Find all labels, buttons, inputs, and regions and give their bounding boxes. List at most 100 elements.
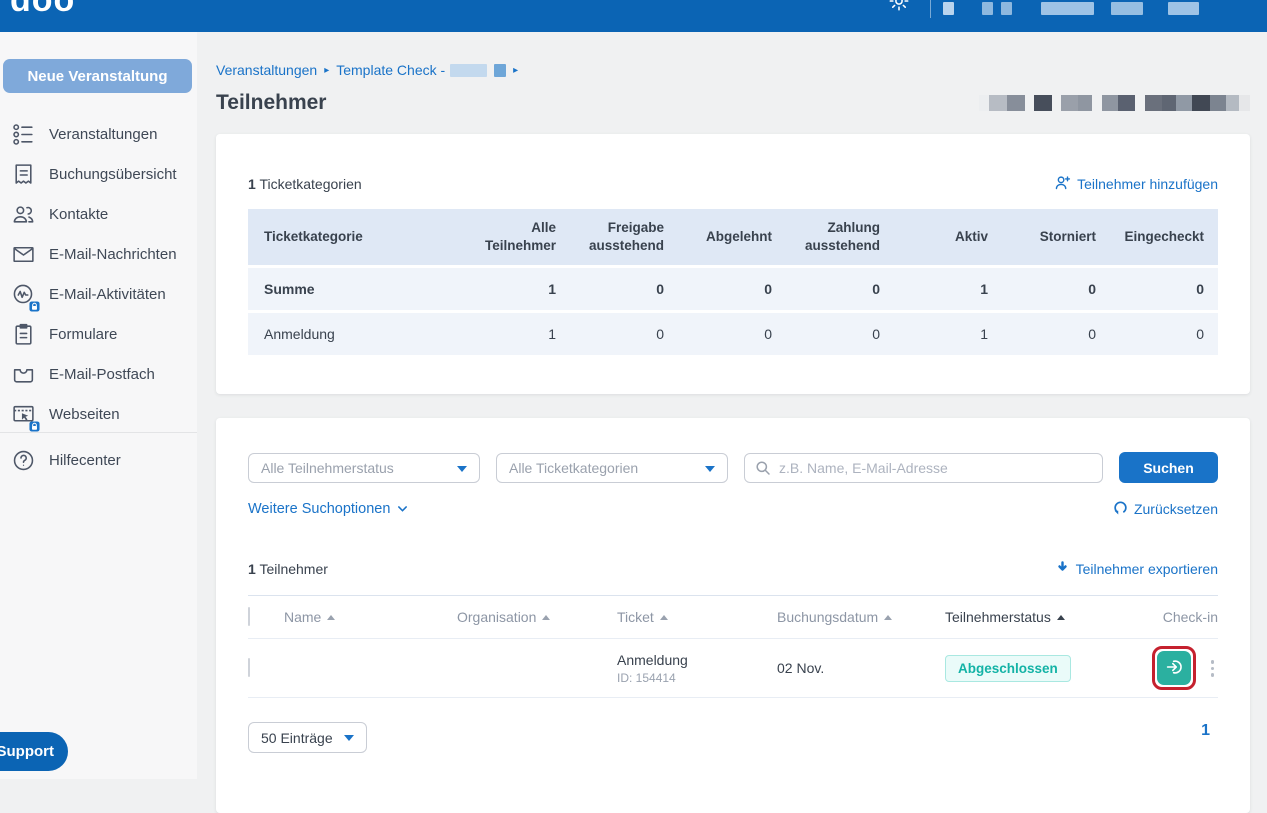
search-icon <box>755 460 771 481</box>
add-participant-link[interactable]: Teilnehmer hinzufügen <box>1054 174 1218 194</box>
sidebar-item-label: Formulare <box>49 325 118 343</box>
breadcrumb-separator-icon: ▸ <box>513 64 519 76</box>
table-row-anmeldung: Anmeldung 1 0 0 0 1 0 0 <box>248 313 1218 356</box>
search-button[interactable]: Suchen <box>1119 452 1218 484</box>
sort-asc-icon <box>659 614 668 620</box>
redacted-block <box>494 63 507 77</box>
cell-value: 0 <box>570 313 678 356</box>
lock-icon <box>29 299 40 312</box>
contacts-icon <box>10 201 37 228</box>
export-participants-link[interactable]: Teilnehmer exportieren <box>1055 560 1218 578</box>
redacted-block <box>943 2 954 15</box>
chevron-down-icon <box>344 735 354 742</box>
page-title: Teilnehmer <box>216 91 327 114</box>
ticket-categories-card: 1 Ticketkategorien Teilnehmer hinzufügen <box>216 134 1250 395</box>
activity-icon <box>10 281 40 312</box>
cell-value: 0 <box>1110 313 1218 356</box>
sidebar-item-email-postfach[interactable]: E-Mail-Postfach <box>0 354 197 394</box>
booking-receipt-icon <box>10 161 37 188</box>
sidebar-item-label: Veranstaltungen <box>49 125 158 143</box>
status-badge: Abgeschlossen <box>945 654 1071 682</box>
person-plus-icon <box>1054 174 1071 194</box>
redacted-block <box>450 63 488 77</box>
column-header-checkin: Check-in <box>1162 609 1218 626</box>
cell-value: 1 <box>462 268 570 311</box>
breadcrumb-link-veranstaltungen[interactable]: Veranstaltungen <box>216 62 317 78</box>
sidebar-item-label: Buchungsübersicht <box>49 165 177 183</box>
column-header: Abgelehnt <box>678 209 786 266</box>
participants-table-header: Name Organisation Ticket Buchungsdatum T… <box>248 596 1218 638</box>
cell-value: 0 <box>678 313 786 356</box>
column-header-organisation[interactable]: Organisation <box>457 609 617 625</box>
cell-value: 1 <box>894 313 1002 356</box>
redacted-block <box>982 2 993 15</box>
help-icon <box>10 447 37 474</box>
ticket-category-select[interactable]: Alle Ticketkategorien <box>496 452 728 483</box>
sidebar-item-veranstaltungen[interactable]: Veranstaltungen <box>0 114 197 154</box>
column-header: Eingecheckt <box>1110 209 1218 266</box>
more-search-options-link[interactable]: Weitere Suchoptionen <box>248 501 408 517</box>
column-header-buchungsdatum[interactable]: Buchungsdatum <box>777 609 945 625</box>
main-content: Veranstaltungen ▸ Template Check - ▸ Tei… <box>216 32 1250 813</box>
participant-ticket-cell: Anmeldung ID: 154414 <box>617 652 777 685</box>
cell-value: 1 <box>894 268 1002 311</box>
sidebar-item-label: E-Mail-Aktivitäten <box>49 285 166 303</box>
download-icon <box>1055 560 1070 578</box>
lock-icon <box>29 419 40 432</box>
gear-icon[interactable] <box>888 0 910 17</box>
column-header: Ticketkategorie <box>248 209 462 266</box>
table-row-summe: Summe 1 0 0 0 1 0 0 <box>248 268 1218 311</box>
checkin-button[interactable] <box>1156 651 1191 686</box>
sidebar-item-label: Kontakte <box>49 205 109 223</box>
chevron-down-icon <box>457 465 467 472</box>
participant-status-select[interactable]: Alle Teilnehmerstatus <box>248 452 480 483</box>
cell-value: 1 <box>462 313 570 356</box>
sort-asc-icon <box>1056 614 1065 620</box>
topbar-divider <box>930 0 931 18</box>
sidebar-item-kontakte[interactable]: Kontakte <box>0 194 197 234</box>
webpage-icon <box>10 401 40 432</box>
search-input[interactable] <box>744 452 1103 483</box>
sidebar-item-webseiten[interactable]: Webseiten <box>0 394 197 434</box>
participants-count: 1 Teilnehmer <box>248 561 328 578</box>
select-all-checkbox[interactable] <box>248 607 250 627</box>
new-event-button[interactable]: Neue Veranstaltung <box>3 59 192 93</box>
chevron-down-icon <box>397 501 408 517</box>
inbox-icon <box>10 361 37 388</box>
breadcrumb-link-current-event[interactable]: Template Check - <box>336 62 445 78</box>
reset-filters-link[interactable]: Zurücksetzen <box>1113 500 1218 518</box>
row-checkbox[interactable] <box>248 658 250 678</box>
sidebar-item-formulare[interactable]: Formulare <box>0 314 197 354</box>
redacted-block <box>1001 2 1012 15</box>
pagination-page-1[interactable]: 1 <box>1201 722 1210 740</box>
top-navigation-bar: doo <box>0 0 1267 32</box>
sidebar: Neue Veranstaltung Veranstaltungen Buchu… <box>0 32 197 779</box>
column-header: Alle Teilnehmer <box>462 209 570 266</box>
row-label: Summe <box>248 268 462 311</box>
column-header-teilnehmerstatus[interactable]: Teilnehmerstatus <box>945 609 1147 625</box>
breadcrumb: Veranstaltungen ▸ Template Check - ▸ <box>216 62 1250 78</box>
sidebar-item-buchungsuebersicht[interactable]: Buchungsübersicht <box>0 154 197 194</box>
redacted-block <box>1111 2 1143 15</box>
sort-asc-icon <box>884 614 893 620</box>
sidebar-item-email-aktivitaeten[interactable]: E-Mail-Aktivitäten <box>0 274 197 314</box>
booking-date: 02 Nov. <box>777 660 825 677</box>
participant-row: Anmeldung ID: 154414 02 Nov. Abgeschloss… <box>248 638 1219 699</box>
sidebar-item-label: E-Mail-Postfach <box>49 365 155 383</box>
sort-asc-icon <box>327 614 336 620</box>
row-actions-menu-icon[interactable] <box>1207 656 1219 681</box>
sidebar-item-hilfecenter[interactable]: Hilfecenter <box>0 440 197 480</box>
sidebar-menu: Veranstaltungen Buchungsübersicht Kontak… <box>0 114 197 434</box>
column-header: Aktiv <box>894 209 1002 266</box>
row-label: Anmeldung <box>248 313 462 356</box>
support-button[interactable]: Support <box>0 732 68 771</box>
doo-logo[interactable]: doo <box>10 0 75 20</box>
page-size-select[interactable]: 50 Einträge <box>248 722 367 754</box>
column-header-ticket[interactable]: Ticket <box>617 609 777 625</box>
column-header-name[interactable]: Name <box>284 609 457 625</box>
cell-value: 0 <box>786 268 894 311</box>
sidebar-item-email-nachrichten[interactable]: E-Mail-Nachrichten <box>0 234 197 274</box>
cell-value: 0 <box>678 268 786 311</box>
cell-value: 0 <box>1110 268 1218 311</box>
form-icon <box>10 321 37 348</box>
